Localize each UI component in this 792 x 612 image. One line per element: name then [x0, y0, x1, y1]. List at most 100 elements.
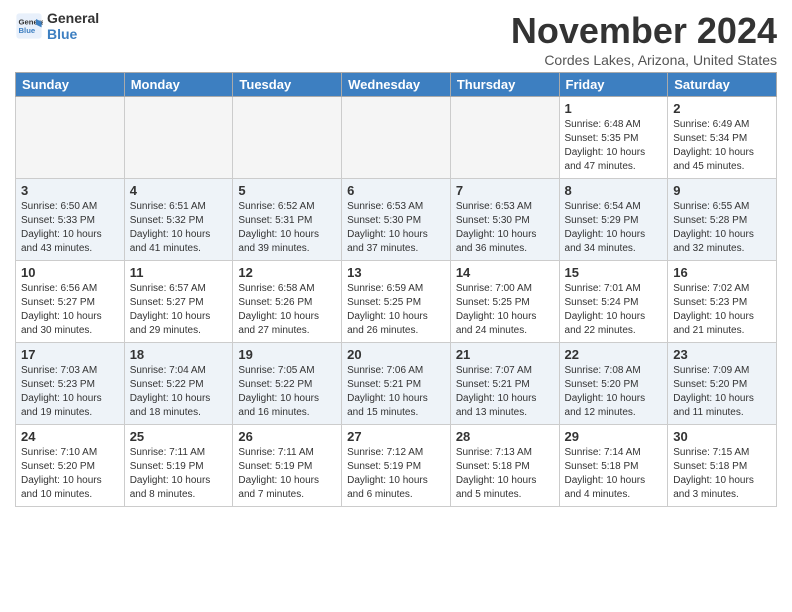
day-number: 9 — [673, 183, 771, 198]
logo-icon: General Blue — [15, 12, 43, 40]
day-info: Sunrise: 7:08 AM Sunset: 5:20 PM Dayligh… — [565, 364, 663, 420]
calendar-cell: 14Sunrise: 7:00 AM Sunset: 5:25 PM Dayli… — [450, 261, 559, 343]
page-container: General Blue General Blue November 2024 … — [0, 0, 792, 517]
calendar-cell: 11 Sunrise: 6:57 AM Sunset: 5:27 PM Dayli… — [124, 261, 233, 343]
day-info: Sunrise: 6:50 AM Sunset: 5:33 PM Dayligh… — [21, 200, 119, 256]
day-number: 18 — [130, 347, 228, 362]
day-info: Sunrise: 6:57 AM Sunset: 5:27 PM Dayligh… — [130, 282, 228, 338]
calendar-cell: 23 Sunrise: 7:09 AM Sunset: 5:20 PM Dayli… — [668, 343, 777, 425]
day-info: Sunrise: 6:55 AM Sunset: 5:28 PM Dayligh… — [673, 200, 771, 256]
day-number: 23 — [673, 347, 771, 362]
logo-text-line1: General — [47, 10, 99, 26]
calendar-cell: 28Sunrise: 7:13 AM Sunset: 5:18 PM Dayli… — [450, 425, 559, 507]
calendar-cell: 3 Sunrise: 6:50 AM Sunset: 5:33 PM Daylig… — [16, 179, 125, 261]
day-info: Sunrise: 7:04 AM Sunset: 5:22 PM Dayligh… — [130, 364, 228, 420]
day-number: 11 — [130, 265, 228, 280]
day-number: 17 — [21, 347, 119, 362]
calendar-cell: 1 Sunrise: 6:48 AM Sunset: 5:35 PM Daylig… — [559, 97, 668, 179]
col-thursday: Thursday — [450, 73, 559, 97]
calendar-cell: 12 Sunrise: 6:58 AM Sunset: 5:26 PM Dayli… — [233, 261, 342, 343]
day-info: Sunrise: 6:53 AM Sunset: 5:30 PM Dayligh… — [456, 200, 554, 256]
calendar-week-row: 24Sunrise: 7:10 AM Sunset: 5:20 PM Dayli… — [16, 425, 777, 507]
calendar-cell: 20 Sunrise: 7:06 AM Sunset: 5:21 PM Dayli… — [342, 343, 451, 425]
day-number: 19 — [238, 347, 336, 362]
day-number: 7 — [456, 183, 554, 198]
day-info: Sunrise: 6:52 AM Sunset: 5:31 PM Dayligh… — [238, 200, 336, 256]
day-info: Sunrise: 7:01 AM Sunset: 5:24 PM Dayligh… — [565, 282, 663, 338]
calendar-cell: 5Sunrise: 6:52 AM Sunset: 5:31 PM Daylig… — [233, 179, 342, 261]
day-number: 15 — [565, 265, 663, 280]
calendar-cell — [233, 97, 342, 179]
day-info: Sunrise: 7:02 AM Sunset: 5:23 PM Dayligh… — [673, 282, 771, 338]
day-info: Sunrise: 7:14 AM Sunset: 5:18 PM Dayligh… — [565, 446, 663, 502]
day-info: Sunrise: 7:11 AM Sunset: 5:19 PM Dayligh… — [238, 446, 336, 502]
calendar-cell: 13 Sunrise: 6:59 AM Sunset: 5:25 PM Dayli… — [342, 261, 451, 343]
day-info: Sunrise: 7:09 AM Sunset: 5:20 PM Dayligh… — [673, 364, 771, 420]
calendar-week-row: 3 Sunrise: 6:50 AM Sunset: 5:33 PM Daylig… — [16, 179, 777, 261]
calendar-cell: 21 Sunrise: 7:07 AM Sunset: 5:21 PM Dayli… — [450, 343, 559, 425]
day-info: Sunrise: 7:06 AM Sunset: 5:21 PM Dayligh… — [347, 364, 445, 420]
calendar-cell: 26 Sunrise: 7:11 AM Sunset: 5:19 PM Dayli… — [233, 425, 342, 507]
calendar-cell: 6Sunrise: 6:53 AM Sunset: 5:30 PM Daylig… — [342, 179, 451, 261]
day-number: 22 — [565, 347, 663, 362]
day-number: 28 — [456, 429, 554, 444]
col-sunday: Sunday — [16, 73, 125, 97]
title-block: November 2024 Cordes Lakes, Arizona, Uni… — [511, 10, 777, 68]
calendar-cell: 10Sunrise: 6:56 AM Sunset: 5:27 PM Dayli… — [16, 261, 125, 343]
calendar-cell: 18 Sunrise: 7:04 AM Sunset: 5:22 PM Dayli… — [124, 343, 233, 425]
calendar-cell: 29 Sunrise: 7:14 AM Sunset: 5:18 PM Dayli… — [559, 425, 668, 507]
day-number: 16 — [673, 265, 771, 280]
calendar-body: 1 Sunrise: 6:48 AM Sunset: 5:35 PM Daylig… — [16, 97, 777, 507]
day-info: Sunrise: 6:53 AM Sunset: 5:30 PM Dayligh… — [347, 200, 445, 256]
day-number: 8 — [565, 183, 663, 198]
calendar-cell: 22 Sunrise: 7:08 AM Sunset: 5:20 PM Dayli… — [559, 343, 668, 425]
day-number: 3 — [21, 183, 119, 198]
calendar-cell — [450, 97, 559, 179]
col-friday: Friday — [559, 73, 668, 97]
calendar-table: Sunday Monday Tuesday Wednesday Thursday… — [15, 72, 777, 507]
day-info: Sunrise: 6:59 AM Sunset: 5:25 PM Dayligh… — [347, 282, 445, 338]
day-number: 24 — [21, 429, 119, 444]
col-saturday: Saturday — [668, 73, 777, 97]
calendar-cell — [342, 97, 451, 179]
day-info: Sunrise: 7:15 AM Sunset: 5:18 PM Dayligh… — [673, 446, 771, 502]
day-number: 26 — [238, 429, 336, 444]
calendar-cell: 16 Sunrise: 7:02 AM Sunset: 5:23 PM Dayli… — [668, 261, 777, 343]
day-info: Sunrise: 6:58 AM Sunset: 5:26 PM Dayligh… — [238, 282, 336, 338]
day-info: Sunrise: 7:11 AM Sunset: 5:19 PM Dayligh… — [130, 446, 228, 502]
calendar-week-row: 10Sunrise: 6:56 AM Sunset: 5:27 PM Dayli… — [16, 261, 777, 343]
day-number: 12 — [238, 265, 336, 280]
day-number: 21 — [456, 347, 554, 362]
day-number: 29 — [565, 429, 663, 444]
day-info: Sunrise: 7:05 AM Sunset: 5:22 PM Dayligh… — [238, 364, 336, 420]
day-info: Sunrise: 6:54 AM Sunset: 5:29 PM Dayligh… — [565, 200, 663, 256]
day-number: 13 — [347, 265, 445, 280]
calendar-cell: 27Sunrise: 7:12 AM Sunset: 5:19 PM Dayli… — [342, 425, 451, 507]
calendar-cell: 24Sunrise: 7:10 AM Sunset: 5:20 PM Dayli… — [16, 425, 125, 507]
header: General Blue General Blue November 2024 … — [15, 10, 777, 68]
col-wednesday: Wednesday — [342, 73, 451, 97]
day-number: 2 — [673, 101, 771, 116]
day-number: 4 — [130, 183, 228, 198]
day-info: Sunrise: 7:12 AM Sunset: 5:19 PM Dayligh… — [347, 446, 445, 502]
calendar-cell: 2 Sunrise: 6:49 AM Sunset: 5:34 PM Daylig… — [668, 97, 777, 179]
day-info: Sunrise: 6:48 AM Sunset: 5:35 PM Dayligh… — [565, 118, 663, 174]
day-info: Sunrise: 6:49 AM Sunset: 5:34 PM Dayligh… — [673, 118, 771, 174]
svg-text:Blue: Blue — [19, 26, 36, 35]
day-number: 20 — [347, 347, 445, 362]
header-row: Sunday Monday Tuesday Wednesday Thursday… — [16, 73, 777, 97]
month-year-title: November 2024 — [511, 10, 777, 52]
calendar-week-row: 17Sunrise: 7:03 AM Sunset: 5:23 PM Dayli… — [16, 343, 777, 425]
location-label: Cordes Lakes, Arizona, United States — [511, 52, 777, 68]
calendar-cell — [124, 97, 233, 179]
day-info: Sunrise: 6:56 AM Sunset: 5:27 PM Dayligh… — [21, 282, 119, 338]
day-info: Sunrise: 7:07 AM Sunset: 5:21 PM Dayligh… — [456, 364, 554, 420]
calendar-cell: 15 Sunrise: 7:01 AM Sunset: 5:24 PM Dayli… — [559, 261, 668, 343]
calendar-cell: 4Sunrise: 6:51 AM Sunset: 5:32 PM Daylig… — [124, 179, 233, 261]
calendar-week-row: 1 Sunrise: 6:48 AM Sunset: 5:35 PM Daylig… — [16, 97, 777, 179]
day-number: 1 — [565, 101, 663, 116]
calendar-cell: 7 Sunrise: 6:53 AM Sunset: 5:30 PM Daylig… — [450, 179, 559, 261]
day-number: 30 — [673, 429, 771, 444]
calendar-cell: 9 Sunrise: 6:55 AM Sunset: 5:28 PM Daylig… — [668, 179, 777, 261]
day-number: 14 — [456, 265, 554, 280]
